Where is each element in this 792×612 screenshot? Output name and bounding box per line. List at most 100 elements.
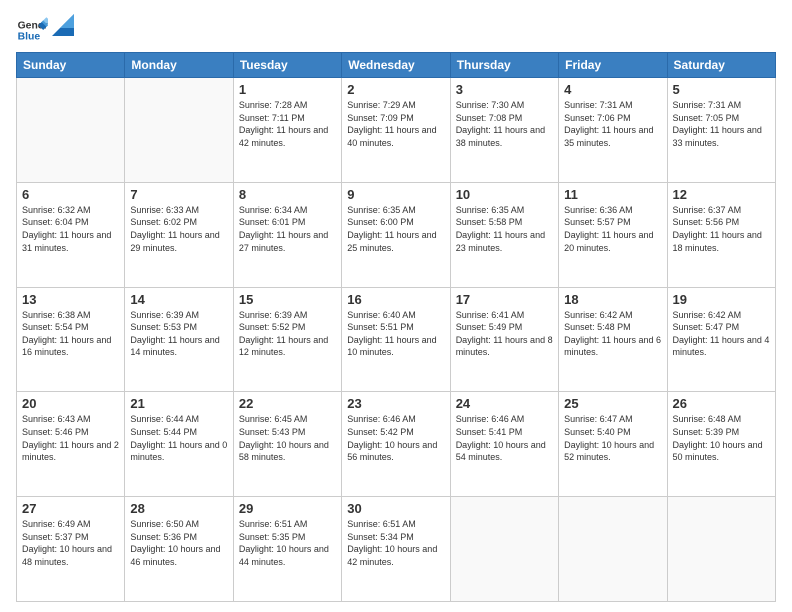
header: General Blue (16, 14, 776, 46)
day-number: 17 (456, 292, 553, 307)
day-info: Sunrise: 6:39 AMSunset: 5:52 PMDaylight:… (239, 309, 336, 359)
day-number: 21 (130, 396, 227, 411)
calendar-cell: 6Sunrise: 6:32 AMSunset: 6:04 PMDaylight… (17, 182, 125, 287)
day-number: 30 (347, 501, 444, 516)
day-info: Sunrise: 6:42 AMSunset: 5:47 PMDaylight:… (673, 309, 770, 359)
calendar-cell: 23 Sunrise: 6:46 AMSunset: 5:42 PMDayligh… (342, 392, 450, 497)
week-row-4: 20Sunrise: 6:43 AMSunset: 5:46 PMDayligh… (17, 392, 776, 497)
calendar-table: SundayMondayTuesdayWednesdayThursdayFrid… (16, 52, 776, 602)
day-info: Sunrise: 7:31 AMSunset: 7:06 PMDaylight:… (564, 99, 661, 149)
day-info: Sunrise: 6:42 AMSunset: 5:48 PMDaylight:… (564, 309, 661, 359)
day-number: 26 (673, 396, 770, 411)
day-number: 12 (673, 187, 770, 202)
calendar-cell: 11 Sunrise: 6:36 AMSunset: 5:57 PMDayligh… (559, 182, 667, 287)
day-number: 3 (456, 82, 553, 97)
calendar-cell: 21 Sunrise: 6:44 AMSunset: 5:44 PMDayligh… (125, 392, 233, 497)
day-number: 15 (239, 292, 336, 307)
col-header-saturday: Saturday (667, 53, 775, 78)
col-header-sunday: Sunday (17, 53, 125, 78)
day-number: 24 (456, 396, 553, 411)
calendar-cell: 3 Sunrise: 7:30 AMSunset: 7:08 PMDaylight… (450, 78, 558, 183)
day-number: 22 (239, 396, 336, 411)
calendar-cell: 28Sunrise: 6:50 AMSunset: 5:36 PMDayligh… (125, 497, 233, 602)
calendar-cell: 25 Sunrise: 6:47 AMSunset: 5:40 PMDayligh… (559, 392, 667, 497)
day-info: Sunrise: 7:29 AMSunset: 7:09 PMDaylight:… (347, 99, 444, 149)
week-row-2: 6Sunrise: 6:32 AMSunset: 6:04 PMDaylight… (17, 182, 776, 287)
calendar-cell: 17 Sunrise: 6:41 AMSunset: 5:49 PMDayligh… (450, 287, 558, 392)
calendar-cell: 1Sunrise: 7:28 AMSunset: 7:11 PMDaylight… (233, 78, 341, 183)
calendar-cell: 4 Sunrise: 7:31 AMSunset: 7:06 PMDaylight… (559, 78, 667, 183)
day-info: Sunrise: 6:35 AMSunset: 5:58 PMDaylight:… (456, 204, 553, 254)
calendar-cell: 12Sunrise: 6:37 AMSunset: 5:56 PMDayligh… (667, 182, 775, 287)
col-header-monday: Monday (125, 53, 233, 78)
calendar-cell: 2 Sunrise: 7:29 AMSunset: 7:09 PMDaylight… (342, 78, 450, 183)
day-number: 23 (347, 396, 444, 411)
day-info: Sunrise: 6:38 AMSunset: 5:54 PMDaylight:… (22, 309, 119, 359)
calendar-cell: 8Sunrise: 6:34 AMSunset: 6:01 PMDaylight… (233, 182, 341, 287)
day-info: Sunrise: 6:48 AMSunset: 5:39 PMDaylight:… (673, 413, 770, 463)
day-info: Sunrise: 6:35 AMSunset: 6:00 PMDaylight:… (347, 204, 444, 254)
svg-text:Blue: Blue (18, 32, 41, 43)
day-number: 14 (130, 292, 227, 307)
day-info: Sunrise: 7:28 AMSunset: 7:11 PMDaylight:… (239, 99, 336, 149)
day-number: 29 (239, 501, 336, 516)
calendar-cell: 29 Sunrise: 6:51 AMSunset: 5:35 PMDayligh… (233, 497, 341, 602)
calendar-cell: 16Sunrise: 6:40 AMSunset: 5:51 PMDayligh… (342, 287, 450, 392)
calendar-cell: 27 Sunrise: 6:49 AMSunset: 5:37 PMDayligh… (17, 497, 125, 602)
day-number: 11 (564, 187, 661, 202)
col-header-wednesday: Wednesday (342, 53, 450, 78)
day-info: Sunrise: 6:39 AMSunset: 5:53 PMDaylight:… (130, 309, 227, 359)
day-info: Sunrise: 6:50 AMSunset: 5:36 PMDaylight:… (130, 518, 227, 568)
day-number: 5 (673, 82, 770, 97)
day-info: Sunrise: 6:46 AMSunset: 5:42 PMDaylight:… (347, 413, 444, 463)
day-number: 20 (22, 396, 119, 411)
page: General Blue SundayMondayTuesdayWednesda… (0, 0, 792, 612)
calendar-cell: 22 Sunrise: 6:45 AMSunset: 5:43 PMDayligh… (233, 392, 341, 497)
calendar-cell (125, 78, 233, 183)
day-number: 7 (130, 187, 227, 202)
logo-triangle-icon (52, 14, 74, 36)
calendar-cell: 24 Sunrise: 6:46 AMSunset: 5:41 PMDayligh… (450, 392, 558, 497)
day-number: 16 (347, 292, 444, 307)
day-number: 9 (347, 187, 444, 202)
calendar-cell: 14 Sunrise: 6:39 AMSunset: 5:53 PMDayligh… (125, 287, 233, 392)
col-header-thursday: Thursday (450, 53, 558, 78)
day-info: Sunrise: 6:36 AMSunset: 5:57 PMDaylight:… (564, 204, 661, 254)
day-info: Sunrise: 6:45 AMSunset: 5:43 PMDaylight:… (239, 413, 336, 463)
day-info: Sunrise: 6:33 AMSunset: 6:02 PMDaylight:… (130, 204, 227, 254)
logo-icon: General Blue (16, 14, 48, 46)
calendar-cell: 26 Sunrise: 6:48 AMSunset: 5:39 PMDayligh… (667, 392, 775, 497)
calendar-cell (559, 497, 667, 602)
calendar-cell: 10 Sunrise: 6:35 AMSunset: 5:58 PMDayligh… (450, 182, 558, 287)
day-info: Sunrise: 6:49 AMSunset: 5:37 PMDaylight:… (22, 518, 119, 568)
logo: General Blue (16, 14, 74, 46)
calendar-header-row: SundayMondayTuesdayWednesdayThursdayFrid… (17, 53, 776, 78)
calendar-cell: 13 Sunrise: 6:38 AMSunset: 5:54 PMDayligh… (17, 287, 125, 392)
col-header-friday: Friday (559, 53, 667, 78)
day-number: 25 (564, 396, 661, 411)
day-number: 27 (22, 501, 119, 516)
day-number: 10 (456, 187, 553, 202)
day-number: 13 (22, 292, 119, 307)
calendar-cell: 19 Sunrise: 6:42 AMSunset: 5:47 PMDayligh… (667, 287, 775, 392)
calendar-cell: 20Sunrise: 6:43 AMSunset: 5:46 PMDayligh… (17, 392, 125, 497)
day-info: Sunrise: 6:44 AMSunset: 5:44 PMDaylight:… (130, 413, 227, 463)
day-info: Sunrise: 7:30 AMSunset: 7:08 PMDaylight:… (456, 99, 553, 149)
calendar-cell: 18Sunrise: 6:42 AMSunset: 5:48 PMDayligh… (559, 287, 667, 392)
day-info: Sunrise: 6:51 AMSunset: 5:34 PMDaylight:… (347, 518, 444, 568)
col-header-tuesday: Tuesday (233, 53, 341, 78)
day-info: Sunrise: 6:41 AMSunset: 5:49 PMDaylight:… (456, 309, 553, 359)
calendar-cell: 30 Sunrise: 6:51 AMSunset: 5:34 PMDayligh… (342, 497, 450, 602)
week-row-5: 27 Sunrise: 6:49 AMSunset: 5:37 PMDayligh… (17, 497, 776, 602)
day-number: 2 (347, 82, 444, 97)
day-info: Sunrise: 6:47 AMSunset: 5:40 PMDaylight:… (564, 413, 661, 463)
week-row-3: 13 Sunrise: 6:38 AMSunset: 5:54 PMDayligh… (17, 287, 776, 392)
day-number: 4 (564, 82, 661, 97)
day-info: Sunrise: 6:46 AMSunset: 5:41 PMDaylight:… (456, 413, 553, 463)
day-info: Sunrise: 6:34 AMSunset: 6:01 PMDaylight:… (239, 204, 336, 254)
calendar-cell: 9 Sunrise: 6:35 AMSunset: 6:00 PMDaylight… (342, 182, 450, 287)
calendar-cell: 15 Sunrise: 6:39 AMSunset: 5:52 PMDayligh… (233, 287, 341, 392)
calendar-cell: 7 Sunrise: 6:33 AMSunset: 6:02 PMDaylight… (125, 182, 233, 287)
day-number: 19 (673, 292, 770, 307)
day-info: Sunrise: 6:51 AMSunset: 5:35 PMDaylight:… (239, 518, 336, 568)
